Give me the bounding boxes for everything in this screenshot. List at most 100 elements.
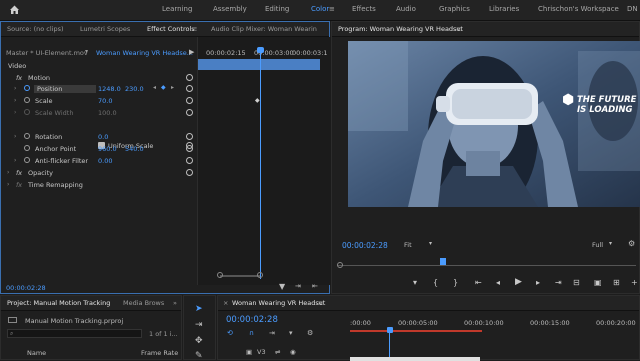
program-title[interactable]: Program: Woman Wearing VR Headset <box>338 25 463 33</box>
clip-bar[interactable] <box>198 59 320 70</box>
rotation-expand-icon[interactable]: › <box>14 133 16 140</box>
anchor-reset-icon[interactable] <box>186 145 193 152</box>
export-frame-icon[interactable]: ▣ <box>594 278 602 287</box>
snap-icon[interactable]: ⟲ <box>227 329 233 337</box>
tab-audio-clip-mixer[interactable]: Audio Clip Mixer: Woman Wearin <box>211 25 317 33</box>
workspace-audio[interactable]: Audio <box>396 5 416 13</box>
motion-reset-icon[interactable] <box>186 74 193 81</box>
anchor-y-value[interactable]: 540.0 <box>125 145 144 153</box>
tab-effect-controls[interactable]: Effect Controls <box>147 25 195 33</box>
ripple-edit-tool-icon[interactable]: ✥ <box>195 336 203 346</box>
selection-tool-icon[interactable]: ➤ <box>195 304 203 314</box>
scale-width-expand-icon[interactable]: › <box>14 109 16 116</box>
fx-time-remap-icon[interactable]: fx <box>16 181 22 189</box>
column-name-header[interactable]: Name <box>27 349 46 357</box>
track-v3-label[interactable]: V3 <box>257 348 266 356</box>
timeline-playhead-icon[interactable] <box>387 327 393 333</box>
workspace-color-menu[interactable]: ≡ <box>329 5 335 13</box>
column-frame-rate-header[interactable]: Frame Rate <box>141 349 178 357</box>
clip-name-link[interactable]: Woman Wearing VR Headse... <box>96 49 193 57</box>
project-more-icon[interactable]: » <box>173 299 177 307</box>
lift-icon[interactable]: ⊟ <box>573 278 580 287</box>
workspace-dn[interactable]: DN <box>627 5 638 13</box>
workspace-learning[interactable]: Learning <box>162 5 192 13</box>
export-icon[interactable]: ⇥ <box>295 282 301 290</box>
home-icon[interactable] <box>9 4 20 17</box>
time-remap-expand-icon[interactable]: › <box>7 181 9 188</box>
workspace-editing[interactable]: Editing <box>265 5 289 13</box>
scale-value[interactable]: 70.0 <box>98 97 112 105</box>
position-stopwatch-icon[interactable] <box>24 85 30 91</box>
keyframe-nav-icon[interactable]: ⇤ <box>312 282 318 290</box>
position-x-value[interactable]: 1248.0 <box>98 85 121 93</box>
tab-source[interactable]: Source: (no clips) <box>7 25 64 33</box>
rotation-value[interactable]: 0.0 <box>98 133 108 141</box>
antiflicker-stopwatch-icon[interactable] <box>24 157 30 163</box>
scale-expand-icon[interactable]: › <box>14 97 16 104</box>
go-to-out-icon[interactable]: ⇥ <box>555 278 562 287</box>
go-to-in-icon[interactable]: ⇤ <box>475 278 482 287</box>
add-button-icon[interactable]: + <box>631 278 638 287</box>
marker-icon[interactable]: ▾ <box>289 329 293 337</box>
antiflicker-reset-icon[interactable] <box>186 157 193 164</box>
program-timecode[interactable]: 00:00:02:28 <box>342 241 388 250</box>
scrub-playhead-icon[interactable] <box>440 258 446 265</box>
workspace-libraries[interactable]: Libraries <box>489 5 519 13</box>
clip-on-track[interactable] <box>350 357 480 361</box>
rotation-stopwatch-icon[interactable] <box>24 133 30 139</box>
filter-icon[interactable]: ▼ <box>279 282 285 291</box>
position-expand-icon[interactable]: › <box>14 85 16 92</box>
timeline-close-icon[interactable]: × <box>223 299 228 307</box>
tab-media-browser[interactable]: Media Brows <box>123 299 164 307</box>
add-marker-icon[interactable]: ▾ <box>413 278 417 287</box>
opacity-reset-icon[interactable] <box>186 169 193 176</box>
timeline-settings-icon[interactable]: ⚙ <box>307 329 313 337</box>
fx-opacity-icon[interactable]: fx <box>16 169 22 177</box>
play-clip-icon[interactable]: ▶ <box>189 48 194 56</box>
anchor-x-value[interactable]: 960.0 <box>98 145 117 153</box>
scroll-handle-left-icon[interactable] <box>217 272 223 278</box>
workspace-custom[interactable]: Chrischon's Workspace <box>538 5 619 13</box>
timeline-menu-icon[interactable]: ≡ <box>318 299 323 307</box>
play-button-icon[interactable]: ▶ <box>515 277 522 287</box>
step-back-icon[interactable]: ◂ <box>496 278 500 287</box>
workspace-color[interactable]: Color <box>311 5 329 13</box>
mark-in-icon[interactable]: { <box>433 278 438 287</box>
project-search-input[interactable]: ⌕ <box>7 329 142 338</box>
effect-controls-menu-icon[interactable]: ≡ <box>192 25 197 33</box>
step-forward-icon[interactable]: ▸ <box>536 278 540 287</box>
prev-keyframe-icon[interactable]: ◂ <box>153 84 156 91</box>
workspace-effects[interactable]: Effects <box>352 5 376 13</box>
wrench-icon[interactable]: ⚙ <box>628 239 635 248</box>
opacity-expand-icon[interactable]: › <box>7 169 9 176</box>
work-area-bar[interactable] <box>350 330 482 332</box>
master-clip-label[interactable]: Master * UI-Element.mov <box>6 49 88 57</box>
next-keyframe-icon[interactable]: ▸ <box>171 84 174 91</box>
fit-dropdown[interactable]: Fit <box>404 241 412 249</box>
chevron-down-icon[interactable]: ▾ <box>85 48 88 55</box>
workspace-assembly[interactable]: Assembly <box>213 5 247 13</box>
position-y-value[interactable]: 230.0 <box>125 85 144 93</box>
quality-dropdown[interactable]: Full <box>592 241 603 249</box>
scale-stopwatch-icon[interactable] <box>24 97 30 103</box>
position-reset-icon[interactable] <box>186 85 193 92</box>
effect-timeline-area[interactable]: 00:00:02:15 00:00:03:00 00:00:03:1 ◆ <box>197 37 331 285</box>
comparison-view-icon[interactable]: ⊞ <box>613 278 620 287</box>
video-frame[interactable]: ⬢ THE FUTURE IS LOADING <box>348 41 640 207</box>
workspace-graphics[interactable]: Graphics <box>439 5 470 13</box>
antiflicker-value[interactable]: 0.00 <box>98 157 112 165</box>
program-menu-icon[interactable]: ≡ <box>456 25 461 33</box>
timeline-timecode[interactable]: 00:00:02:28 <box>226 315 278 325</box>
track-visibility-icon[interactable]: ◉ <box>290 348 296 356</box>
quality-chevron-down-icon[interactable]: ▾ <box>609 240 612 247</box>
timeline-ruler[interactable]: :00:00 00:00:05:00 00:00:10:00 00:00:15:… <box>350 313 640 361</box>
linked-selection-icon[interactable]: ∩ <box>249 329 254 337</box>
tab-project[interactable]: Project: Manual Motion Tracking <box>7 299 110 307</box>
scale-reset-icon[interactable] <box>186 97 193 104</box>
scrub-bar[interactable] <box>338 265 636 266</box>
timeline-sequence-tab[interactable]: Woman Wearing VR Headset <box>232 299 325 307</box>
scrub-start-handle-icon[interactable] <box>337 262 343 268</box>
fx-motion-icon[interactable]: fx <box>16 74 22 82</box>
effect-scrollbar[interactable] <box>220 275 260 277</box>
tab-lumetri-scopes[interactable]: Lumetri Scopes <box>80 25 130 33</box>
